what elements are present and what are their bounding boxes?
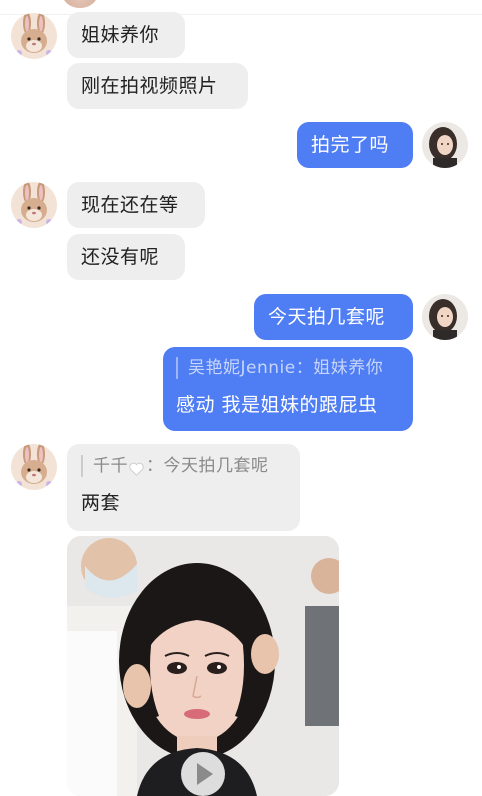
message-text: 刚在拍视频照片 [81, 75, 218, 97]
contact-avatar[interactable] [11, 182, 57, 228]
message-bubble-incoming[interactable]: 姐妹养你 [67, 12, 185, 58]
message-bubble-outgoing[interactable]: 拍完了吗 [297, 122, 413, 168]
message-bubble-incoming-reply[interactable]: 千千 ：今天拍几套呢 两套 [67, 444, 300, 531]
quote-separator: ： [146, 456, 164, 476]
contact-avatar[interactable] [11, 13, 57, 59]
message-text: 还没有呢 [81, 246, 160, 268]
contact-avatar[interactable] [11, 444, 57, 490]
my-avatar[interactable] [422, 294, 468, 340]
message-bubble-outgoing-reply[interactable]: 吴艳妮Jennie：姐妹养你 感动 我是姐妹的跟屁虫 [163, 347, 413, 431]
quote-sender: 千千 [93, 456, 128, 476]
woman-photo [67, 536, 339, 796]
message-text: 两套 [81, 492, 121, 514]
message-text: 感动 我是姐妹的跟屁虫 [176, 394, 378, 416]
quote-sender: 吴艳妮Jennie [188, 358, 296, 378]
message-bubble-incoming[interactable]: 刚在拍视频照片 [67, 63, 248, 109]
video-message-thumbnail[interactable] [67, 536, 339, 796]
avatar[interactable] [62, 0, 98, 8]
message-text: 姐妹养你 [81, 24, 160, 46]
my-avatar[interactable] [422, 122, 468, 168]
message-text: 拍完了吗 [311, 134, 390, 156]
quoted-message[interactable]: 千千 ：今天拍几套呢 [81, 455, 286, 477]
message-text: 今天拍几套呢 [268, 306, 386, 328]
quoted-message[interactable]: 吴艳妮Jennie：姐妹养你 [176, 357, 400, 379]
quote-text: 今天拍几套呢 [163, 456, 269, 476]
quote-separator: ： [295, 358, 314, 378]
quote-text: 姐妹养你 [313, 358, 384, 378]
white-heart-icon [129, 459, 144, 476]
message-text: 现在还在等 [81, 194, 179, 216]
message-bubble-incoming[interactable]: 现在还在等 [67, 182, 205, 228]
message-bubble-outgoing[interactable]: 今天拍几套呢 [254, 294, 413, 340]
message-bubble-incoming[interactable]: 还没有呢 [67, 234, 185, 280]
